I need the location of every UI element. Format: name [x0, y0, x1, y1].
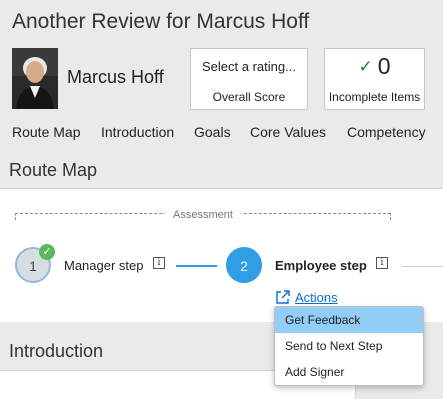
step-1-label: Manager step: [64, 258, 144, 273]
nav-introduction[interactable]: Introduction: [101, 124, 174, 140]
avatar: [12, 48, 58, 109]
rating-select-prompt[interactable]: Select a rating...: [191, 59, 307, 74]
incomplete-items-count: 0: [377, 53, 391, 79]
nav-competency[interactable]: Competency: [347, 124, 426, 140]
menu-item-add-signer[interactable]: Add Signer: [275, 359, 423, 385]
actions-label[interactable]: Actions: [295, 290, 338, 305]
share-icon: [276, 290, 290, 304]
step-connector-next: [402, 266, 443, 267]
incomplete-items-label: Incomplete Items: [328, 90, 421, 104]
info-icon[interactable]: i: [376, 257, 388, 269]
overall-score-label: Overall Score: [212, 90, 286, 104]
menu-item-send-to-next-step[interactable]: Send to Next Step: [275, 333, 423, 359]
info-icon[interactable]: i: [153, 257, 165, 269]
route-map-heading: Route Map: [9, 160, 98, 180]
nav-route-map[interactable]: Route Map: [12, 124, 80, 140]
completed-check-icon: ✓: [39, 244, 55, 260]
page-title: Another Review for Marcus Hoff: [12, 10, 310, 33]
menu-item-get-feedback[interactable]: Get Feedback: [275, 307, 423, 333]
checkmark-icon: ✓: [358, 56, 373, 76]
incomplete-items-card[interactable]: ✓ 0 Incomplete Items: [324, 48, 425, 110]
route-map-panel: Assessment 1 ✓ Manager step i 2 Employee…: [0, 188, 443, 322]
assessment-label: Assessment: [0, 209, 406, 221]
step-2-circle[interactable]: 2: [226, 247, 262, 283]
section-nav: Route Map Introduction Goals Core Values…: [0, 124, 443, 144]
nav-goals[interactable]: Goals: [194, 124, 231, 140]
overall-score-card[interactable]: Select a rating... Overall Score: [190, 48, 308, 110]
nav-core-values[interactable]: Core Values: [250, 124, 326, 140]
step-connector: [176, 265, 217, 267]
actions-menu: Get Feedback Send to Next Step Add Signe…: [274, 306, 424, 386]
employee-name: Marcus Hoff: [67, 67, 164, 87]
step-2-label: Employee step: [275, 258, 367, 273]
